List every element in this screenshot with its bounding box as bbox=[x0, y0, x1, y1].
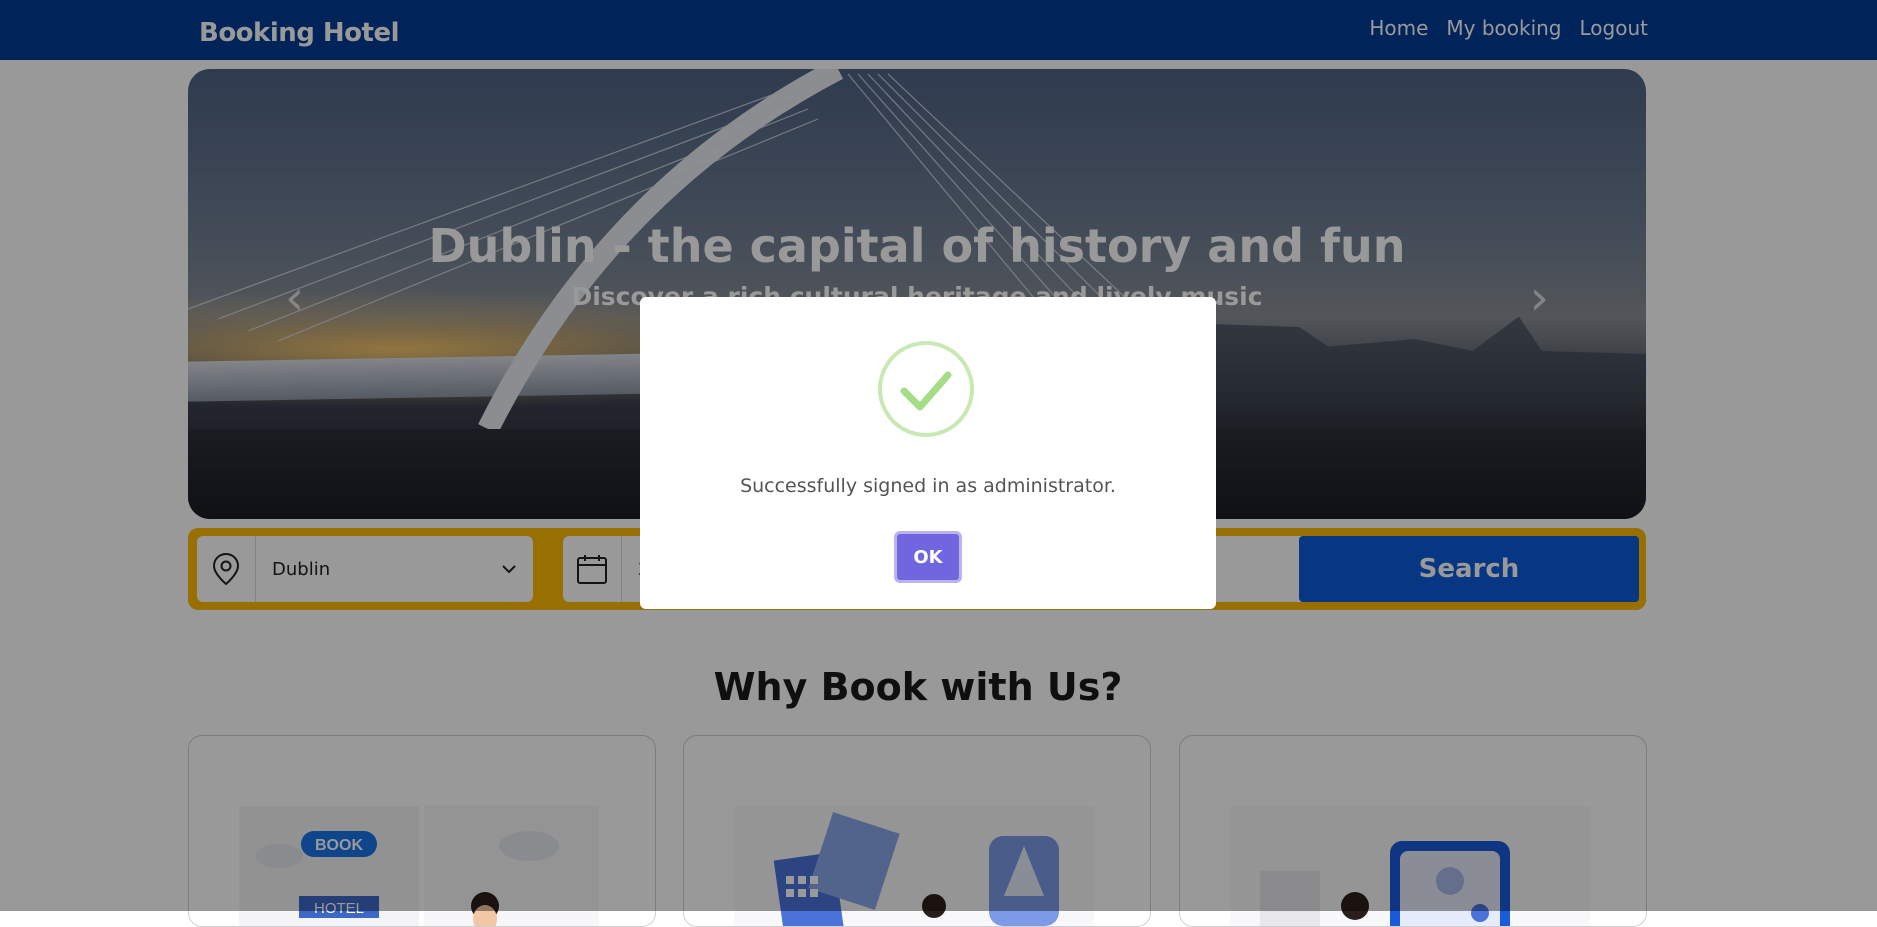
success-check-icon bbox=[900, 371, 952, 411]
dialog-message: Successfully signed in as administrator. bbox=[740, 475, 1116, 497]
success-dialog: Successfully signed in as administrator.… bbox=[640, 297, 1216, 609]
success-icon-ring bbox=[878, 341, 974, 437]
ok-button[interactable]: OK bbox=[894, 531, 962, 583]
